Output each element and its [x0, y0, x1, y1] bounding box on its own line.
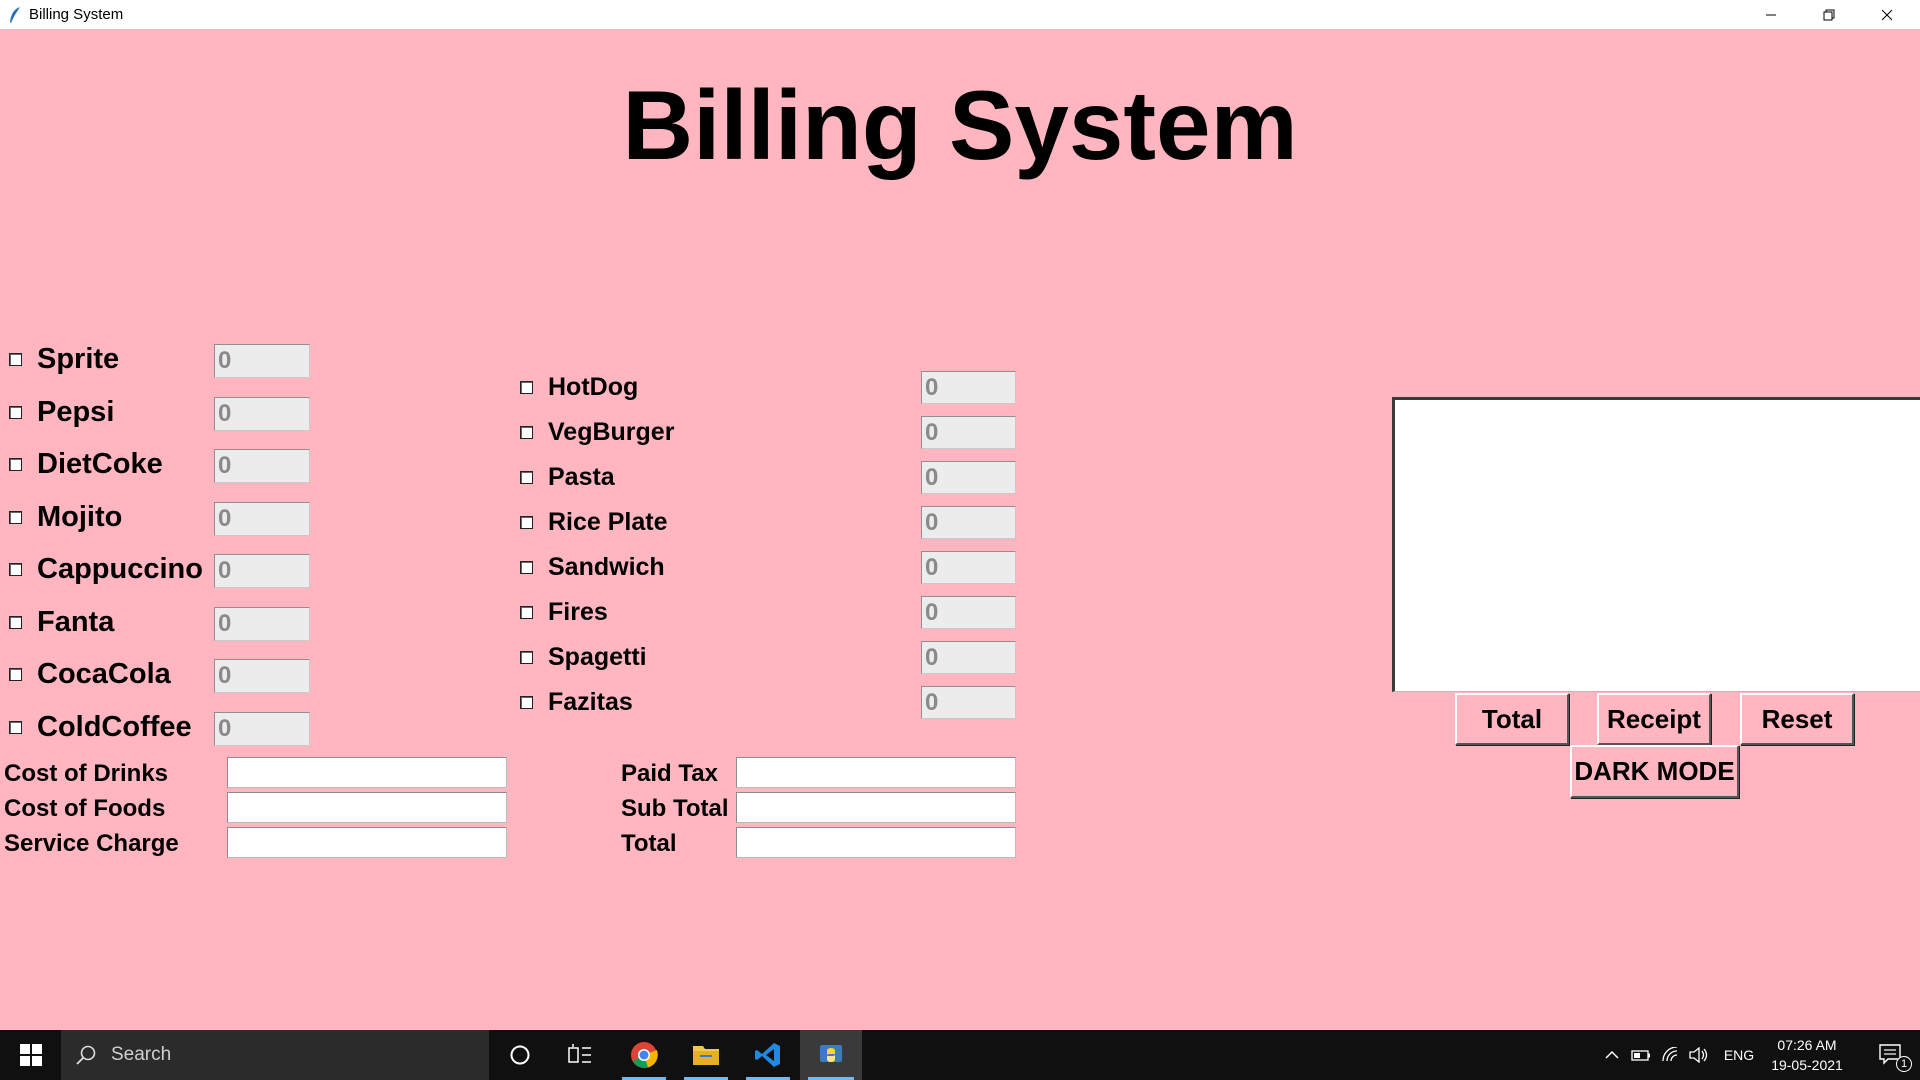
drink-label: Sprite	[37, 343, 120, 375]
close-button[interactable]	[1858, 0, 1916, 29]
sandwich-checkbox[interactable]	[520, 561, 533, 574]
restore-button[interactable]	[1800, 0, 1858, 29]
spagetti-checkbox[interactable]	[520, 651, 533, 664]
drink-label: Pepsi	[37, 396, 115, 428]
riceplate-checkbox[interactable]	[520, 516, 533, 529]
total-label: Total	[621, 830, 677, 857]
language-text: ENG	[1723, 1047, 1755, 1063]
sprite-checkbox[interactable]	[9, 353, 22, 366]
chevron-up-icon[interactable]	[1600, 1030, 1624, 1080]
drink-qty-input[interactable]: 0	[214, 449, 310, 483]
total-field[interactable]	[736, 827, 1016, 858]
coldcoffee-checkbox[interactable]	[9, 721, 22, 734]
vegburger-checkbox[interactable]	[520, 426, 533, 439]
minimize-button[interactable]	[1742, 0, 1800, 29]
food-qty-input[interactable]: 0	[921, 596, 1016, 629]
mojito-checkbox[interactable]	[9, 511, 22, 524]
receipt-button[interactable]: Receipt	[1597, 693, 1711, 745]
total-button[interactable]: Total	[1455, 693, 1569, 745]
drink-label: Mojito	[37, 501, 123, 533]
sub-total-label: Sub Total	[621, 795, 729, 822]
clock-time: 07:26 AM	[1777, 1037, 1837, 1053]
cost-of-foods-label: Cost of Foods	[4, 795, 166, 822]
food-label: HotDog	[548, 373, 639, 401]
service-charge-field[interactable]	[227, 827, 507, 858]
language-indicator[interactable]: ENG	[1718, 1030, 1760, 1080]
fires-checkbox[interactable]	[520, 606, 533, 619]
food-label: Spagetti	[548, 643, 647, 671]
taskbar: Search ENG 07:26 AM 19-05-2021 1	[0, 1030, 1920, 1080]
wifi-icon[interactable]	[1658, 1030, 1684, 1080]
food-qty-input[interactable]: 0	[921, 686, 1016, 719]
python-app-icon[interactable]	[800, 1030, 862, 1080]
drink-label: DietCoke	[37, 448, 163, 480]
file-explorer-icon[interactable]	[676, 1030, 736, 1080]
pasta-checkbox[interactable]	[520, 471, 533, 484]
window-titlebar: Billing System	[0, 0, 1920, 29]
drink-label: CocaCola	[37, 658, 171, 690]
drink-qty-input[interactable]: 0	[214, 659, 310, 693]
cortana-icon[interactable]	[495, 1030, 545, 1080]
reset-button[interactable]: Reset	[1740, 693, 1854, 745]
cocacola-checkbox[interactable]	[9, 668, 22, 681]
food-qty-input[interactable]: 0	[921, 506, 1016, 539]
drink-qty-input[interactable]: 0	[214, 554, 310, 588]
drink-label: ColdCoffee	[37, 711, 192, 743]
food-qty-input[interactable]: 0	[921, 416, 1016, 449]
fanta-checkbox[interactable]	[9, 616, 22, 629]
clock-date: 19-05-2021	[1771, 1057, 1843, 1073]
pepsi-checkbox[interactable]	[9, 406, 22, 419]
food-qty-input[interactable]: 0	[921, 461, 1016, 494]
food-label: Fires	[548, 598, 608, 626]
cappuccino-checkbox[interactable]	[9, 563, 22, 576]
food-label: Rice Plate	[548, 508, 668, 536]
notifications-icon[interactable]: 1	[1862, 1030, 1920, 1080]
service-charge-label: Service Charge	[4, 830, 179, 857]
drink-qty-input[interactable]: 0	[214, 344, 310, 378]
drink-qty-input[interactable]: 0	[214, 502, 310, 536]
drink-qty-input[interactable]: 0	[214, 712, 310, 746]
food-label: VegBurger	[548, 418, 675, 446]
task-view-icon[interactable]	[555, 1030, 605, 1080]
food-qty-input[interactable]: 0	[921, 641, 1016, 674]
food-qty-input[interactable]: 0	[921, 371, 1016, 404]
fazitas-checkbox[interactable]	[520, 696, 533, 709]
cost-of-drinks-label: Cost of Drinks	[4, 760, 169, 787]
dietcoke-checkbox[interactable]	[9, 458, 22, 471]
food-label: Pasta	[548, 463, 615, 491]
receipt-textarea[interactable]	[1392, 397, 1920, 692]
drink-label: Cappuccino	[37, 553, 203, 585]
clock[interactable]: 07:26 AM 19-05-2021	[1764, 1030, 1850, 1080]
food-qty-input[interactable]: 0	[921, 551, 1016, 584]
paid-tax-label: Paid Tax	[621, 760, 718, 787]
battery-icon[interactable]	[1628, 1030, 1654, 1080]
chrome-icon[interactable]	[614, 1030, 674, 1080]
drink-qty-input[interactable]: 0	[214, 397, 310, 431]
taskbar-search[interactable]: Search	[61, 1030, 489, 1080]
cost-of-foods-field[interactable]	[227, 792, 507, 823]
paid-tax-field[interactable]	[736, 757, 1016, 788]
vscode-icon[interactable]	[738, 1030, 798, 1080]
search-placeholder: Search	[111, 1044, 172, 1065]
food-label: Sandwich	[548, 553, 665, 581]
sub-total-field[interactable]	[736, 792, 1016, 823]
window-title: Billing System	[29, 6, 124, 23]
drink-qty-input[interactable]: 0	[214, 607, 310, 641]
page-title: Billing System	[0, 69, 1920, 182]
cost-of-drinks-field[interactable]	[227, 757, 507, 788]
volume-icon[interactable]	[1686, 1030, 1712, 1080]
notification-badge: 1	[1896, 1056, 1912, 1072]
windows-start-icon[interactable]	[0, 1030, 61, 1080]
page-title-text: Billing System	[622, 70, 1298, 180]
hotdog-checkbox[interactable]	[520, 381, 533, 394]
drink-label: Fanta	[37, 606, 115, 638]
search-icon	[76, 1045, 96, 1065]
food-label: Fazitas	[548, 688, 633, 716]
feather-icon	[0, 0, 29, 29]
dark-mode-button[interactable]: DARK MODE	[1570, 745, 1739, 798]
